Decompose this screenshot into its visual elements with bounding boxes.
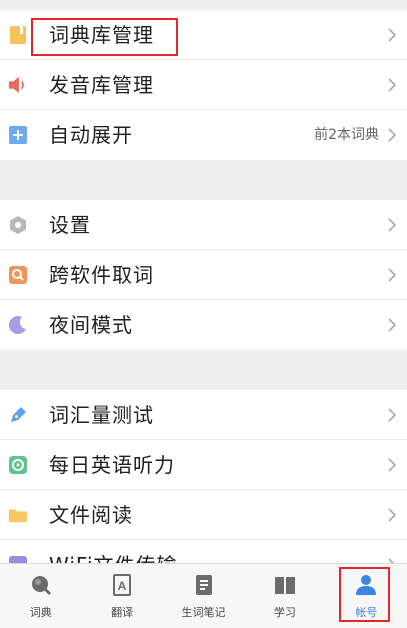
row-settings[interactable]: 设置 [0, 200, 407, 250]
account-icon [354, 573, 378, 597]
tab-label: 翻译 [111, 606, 134, 619]
row-label: 词典库管理 [49, 23, 154, 47]
row-night-mode[interactable]: 夜间模式 [0, 300, 407, 350]
row-label: 发音库管理 [49, 73, 154, 97]
translate-icon: A [110, 573, 134, 597]
row-dictionary-manager[interactable]: 词典库管理 [0, 10, 407, 60]
learn-book-icon [273, 573, 297, 597]
row-label: 文件阅读 [49, 503, 133, 527]
chevron-right-icon [388, 268, 397, 282]
row-label: 词汇量测试 [49, 403, 154, 427]
chevron-right-icon [388, 458, 397, 472]
chevron-right-icon [388, 408, 397, 422]
chevron-right-icon [388, 218, 397, 232]
search-icon [8, 265, 28, 285]
chevron-right-icon [388, 128, 397, 142]
row-label: 夜间模式 [49, 313, 133, 337]
chevron-right-icon [388, 78, 397, 92]
tab-translate[interactable]: A 翻译 [81, 564, 162, 628]
row-label: 跨软件取词 [49, 263, 154, 287]
tab-dictionary[interactable]: 词典 [0, 564, 81, 628]
row-wifi-transfer[interactable]: WiFi文件传输 [0, 540, 407, 565]
row-label: 每日英语听力 [49, 453, 175, 477]
settings-hexagon-icon [8, 215, 28, 235]
top-spacer [0, 0, 407, 10]
audio-disc-icon [8, 455, 28, 475]
tab-label: 词典 [29, 606, 52, 619]
pen-icon [8, 405, 28, 425]
moon-icon [8, 315, 28, 335]
row-auto-expand[interactable]: 自动展开 前2本词典 [0, 110, 407, 160]
row-vocab-test[interactable]: 词汇量测试 [0, 390, 407, 440]
speaker-icon [8, 75, 28, 95]
bottom-tab-bar: 词典 A 翻译 生词笔记 学习 帐号 [0, 563, 407, 628]
svg-text:A: A [118, 579, 127, 593]
row-file-reading[interactable]: 文件阅读 [0, 490, 407, 540]
row-cross-app-lookup[interactable]: 跨软件取词 [0, 250, 407, 300]
row-daily-listening[interactable]: 每日英语听力 [0, 440, 407, 490]
folder-icon [8, 505, 28, 525]
row-label: 自动展开 [49, 123, 133, 147]
row-pronunciation-manager[interactable]: 发音库管理 [0, 60, 407, 110]
auto-expand-value: 前2本词典 [314, 127, 379, 143]
settings-group-dictionary: 词典库管理 发音库管理 自动展开 前2本词典 [0, 10, 407, 160]
tab-learn[interactable]: 学习 [244, 564, 325, 628]
plus-icon [8, 125, 28, 145]
account-settings-page: 词典库管理 发音库管理 自动展开 前2本词典 设置 跨软件取词 夜间模式 词汇量… [0, 0, 407, 628]
dictionary-book-icon [8, 25, 28, 45]
tab-vocab-notes[interactable]: 生词笔记 [163, 564, 244, 628]
row-label: 设置 [49, 213, 91, 237]
settings-group-learning: 词汇量测试 每日英语听力 文件阅读 WiFi文件传输 [0, 390, 407, 565]
tab-label: 帐号 [355, 606, 378, 619]
tab-account[interactable]: 帐号 [326, 564, 407, 628]
dictionary-search-icon [29, 573, 53, 597]
chevron-right-icon [388, 508, 397, 522]
chevron-right-icon [388, 28, 397, 42]
tab-label: 学习 [273, 606, 296, 619]
chevron-right-icon [388, 318, 397, 332]
settings-group-general: 设置 跨软件取词 夜间模式 [0, 200, 407, 350]
notes-icon [192, 573, 216, 597]
tab-label: 生词笔记 [181, 606, 226, 619]
